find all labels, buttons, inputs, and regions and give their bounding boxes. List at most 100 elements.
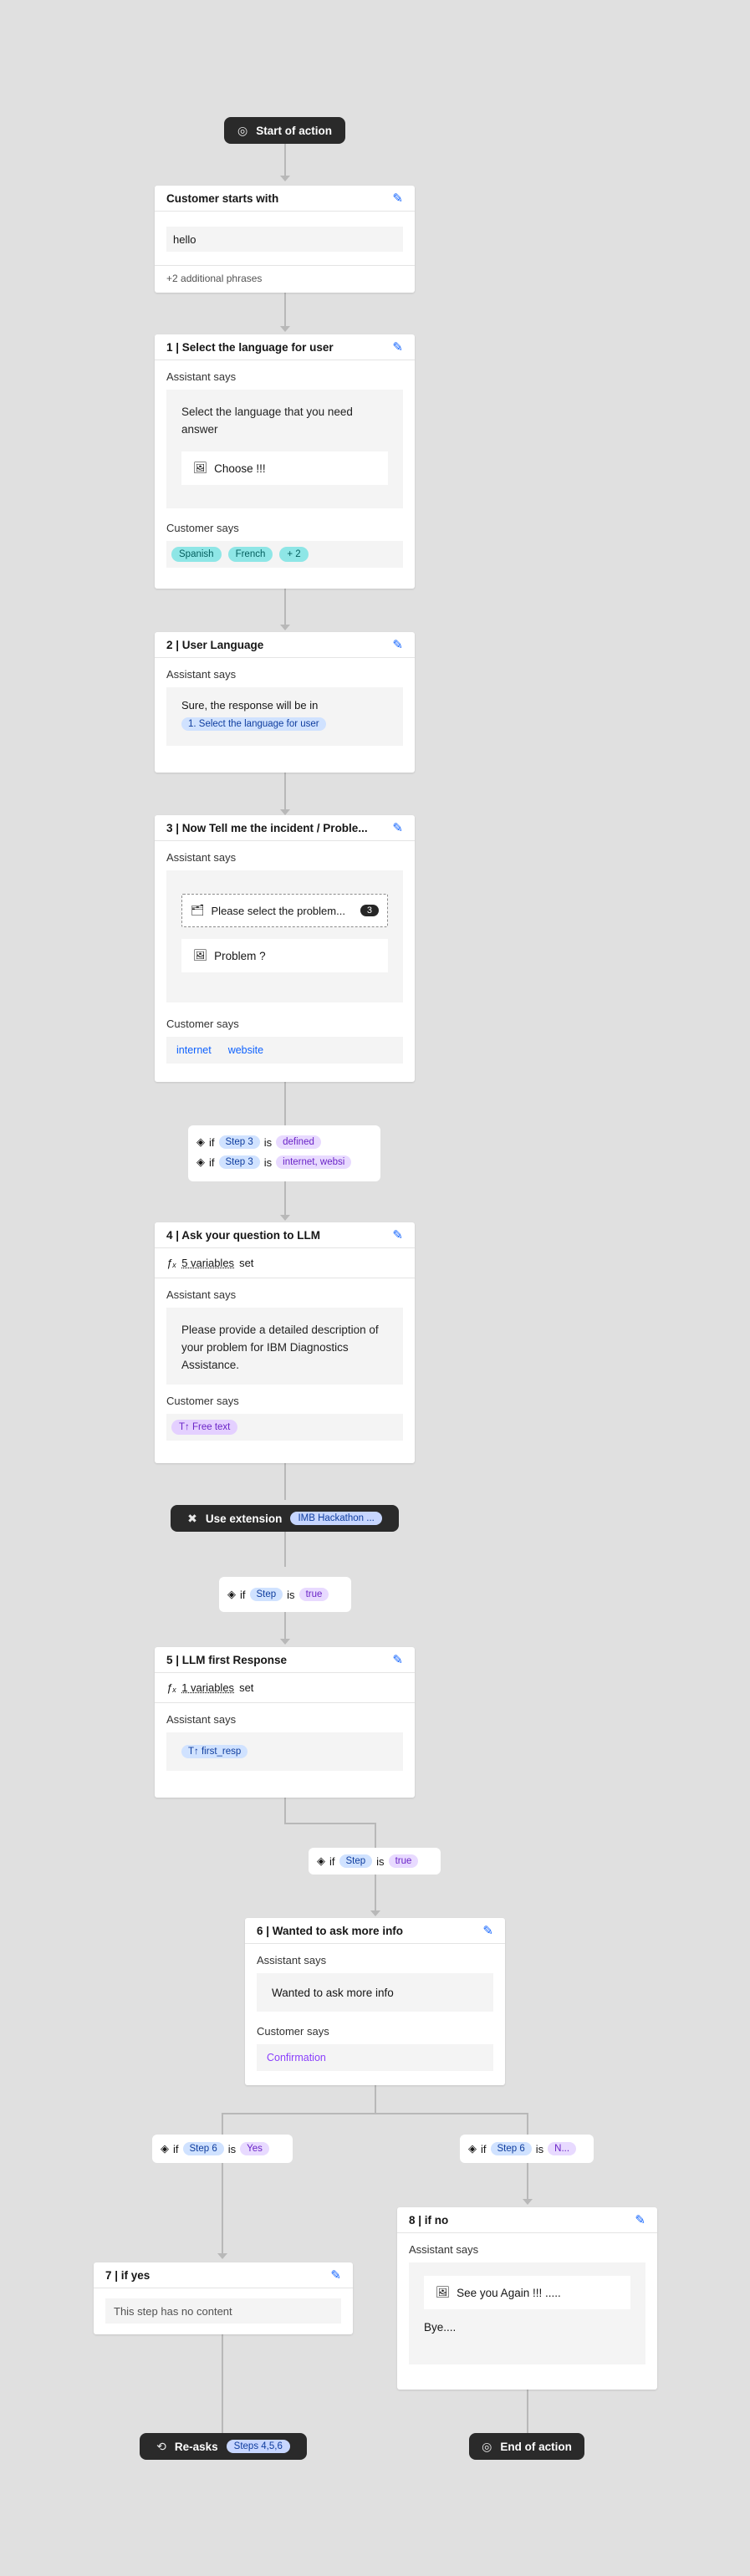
condition-variable: Step 3: [218, 1155, 260, 1169]
assistant-says-label: Assistant says: [257, 1954, 327, 1966]
use-extension-node[interactable]: ✖ Use extension IMB Hackathon ...: [171, 1505, 399, 1532]
option-text: website: [227, 1044, 264, 1056]
edit-icon[interactable]: ✎: [482, 1923, 493, 1938]
assistant-message-box: 🗂 Please select the problem... 3 🖼 Probl…: [166, 870, 403, 1002]
customer-says-label: Customer says: [166, 522, 239, 534]
assistant-message: Select the language that you need answer: [181, 406, 353, 436]
image-icon: 🖼: [436, 2286, 451, 2298]
assistant-says-label: Assistant says: [166, 1288, 237, 1301]
start-of-action-node[interactable]: ◎ Start of action: [224, 117, 345, 144]
assistant-message: Bye....: [424, 2321, 457, 2334]
condition-row: ◈ if Step is true: [227, 1584, 343, 1604]
condition-step-3[interactable]: ◈ if Step 3 is defined ◈ if Step 3 is in…: [188, 1125, 380, 1181]
card-header: 6 | Wanted to ask more info ✎: [245, 1918, 505, 1944]
step-3-card[interactable]: 3 | Now Tell me the incident / Proble...…: [155, 815, 415, 1082]
option-label: Please select the problem...: [211, 904, 345, 917]
is-label: is: [535, 2142, 544, 2155]
condition-step-5[interactable]: ◈ if Step is true: [309, 1848, 441, 1875]
diamond-icon: ◈: [161, 2142, 169, 2155]
variables-link[interactable]: 1 variables: [181, 1681, 234, 1694]
variable-chip: T↑ first_resp: [181, 1745, 248, 1758]
card-header: 7 | if yes ✎: [94, 2262, 353, 2288]
option-text: internet: [176, 1044, 212, 1056]
connector: [284, 1463, 286, 1500]
free-text-chip: T↑ Free text: [171, 1420, 238, 1435]
card-title: 6 | Wanted to ask more info: [257, 1924, 404, 1937]
customer-says-label: Customer says: [166, 1395, 239, 1407]
condition-extension[interactable]: ◈ if Step is true: [219, 1577, 351, 1612]
more-options-chip[interactable]: + 2: [279, 547, 309, 562]
card-title: 4 | Ask your question to LLM: [166, 1228, 321, 1242]
customer-starts-card[interactable]: Customer starts with ✎ hello +2 addition…: [155, 186, 415, 293]
repeat-icon: ⟲: [156, 2439, 166, 2453]
connector: [284, 1823, 376, 1824]
option-chip: French: [227, 547, 273, 562]
condition-no[interactable]: ◈ if Step 6 is N...: [460, 2135, 594, 2163]
variables-link[interactable]: 5 variables: [181, 1257, 234, 1269]
step-6-card[interactable]: 6 | Wanted to ask more info ✎ Assistant …: [245, 1918, 505, 2085]
choice-label: See you Again !!! .....: [457, 2286, 561, 2299]
choice-option[interactable]: 🖼 Problem ?: [181, 939, 388, 972]
connector: [284, 1082, 286, 1125]
re-asks-node[interactable]: ⟲ Re-asks Steps 4,5,6: [140, 2433, 307, 2460]
card-title: 1 | Select the language for user: [166, 340, 334, 354]
connector-arrow: [523, 2199, 533, 2205]
edit-icon[interactable]: ✎: [392, 820, 403, 835]
card-header: 3 | Now Tell me the incident / Proble...…: [155, 815, 415, 841]
empty-step-box: This step has no content: [105, 2298, 341, 2324]
connector: [222, 2163, 223, 2255]
condition-variable: Step 3: [218, 1135, 260, 1149]
edit-icon[interactable]: ✎: [392, 339, 403, 355]
assistant-message-box: T↑ first_resp: [166, 1732, 403, 1771]
step-8-card[interactable]: 8 | if no ✎ Assistant says 🖼 See you Aga…: [397, 2207, 657, 2390]
card-header: 8 | if no ✎: [397, 2207, 657, 2233]
edit-icon[interactable]: ✎: [392, 1227, 403, 1242]
condition-variable: Step 6: [182, 2142, 224, 2155]
card-title: 7 | if yes: [105, 2268, 151, 2282]
if-label: if: [209, 1155, 215, 1169]
assistant-says-label: Assistant says: [166, 668, 237, 681]
options-dropdown[interactable]: 🗂 Please select the problem... 3: [181, 894, 388, 927]
choice-option[interactable]: 🖼 Choose !!!: [181, 451, 388, 485]
connector-arrow: [280, 1639, 290, 1645]
card-header: 1 | Select the language for user ✎: [155, 334, 415, 360]
condition-value: true: [298, 1588, 329, 1601]
connector: [375, 1823, 376, 1848]
edit-icon[interactable]: ✎: [330, 2267, 341, 2283]
step-2-card[interactable]: 2 | User Language ✎ Assistant says Sure,…: [155, 632, 415, 773]
connector-arrow: [280, 176, 290, 181]
variables-set-row: ƒₓ 5 variables set: [166, 1257, 403, 1269]
extension-icon: ✖: [187, 1511, 197, 1525]
choice-option[interactable]: 🖼 See you Again !!! .....: [424, 2276, 630, 2309]
is-label: is: [263, 1135, 273, 1149]
condition-value: internet, websi: [276, 1155, 352, 1169]
assistant-message-box: Wanted to ask more info: [257, 1973, 493, 2012]
steps-tag: Steps 4,5,6: [226, 2440, 290, 2453]
edit-icon[interactable]: ✎: [635, 2212, 645, 2227]
divider: [155, 265, 415, 266]
edit-icon[interactable]: ✎: [392, 637, 403, 652]
diamond-icon: ◈: [227, 1588, 236, 1600]
connector: [527, 2113, 528, 2135]
customer-says-label: Customer says: [166, 1018, 239, 1030]
edit-icon[interactable]: ✎: [392, 191, 403, 206]
if-label: if: [209, 1135, 215, 1149]
additional-phrases-link[interactable]: +2 additional phrases: [166, 273, 403, 284]
is-label: is: [376, 1854, 385, 1868]
connector: [284, 293, 286, 326]
step-7-card[interactable]: 7 | if yes ✎ This step has no content: [94, 2262, 353, 2334]
step-5-card[interactable]: 5 | LLM first Response ✎ ƒₓ 1 variables …: [155, 1647, 415, 1798]
function-icon: ƒₓ: [166, 1257, 177, 1269]
assistant-says-label: Assistant says: [166, 851, 237, 864]
connector-arrow: [370, 1910, 380, 1916]
card-header: Customer starts with ✎: [155, 186, 415, 212]
edit-icon[interactable]: ✎: [392, 1652, 403, 1667]
step-1-card[interactable]: 1 | Select the language for user ✎ Assis…: [155, 334, 415, 589]
variables-set-row: ƒₓ 1 variables set: [166, 1681, 403, 1694]
connector: [284, 773, 286, 809]
step-4-card[interactable]: 4 | Ask your question to LLM ✎ ƒₓ 5 vari…: [155, 1222, 415, 1463]
end-of-action-node[interactable]: ◎ End of action: [469, 2433, 584, 2460]
condition-yes[interactable]: ◈ if Step 6 is Yes: [152, 2135, 293, 2163]
assistant-message: Sure, the response will be in: [181, 699, 319, 712]
condition-variable: Step 6: [490, 2142, 532, 2155]
